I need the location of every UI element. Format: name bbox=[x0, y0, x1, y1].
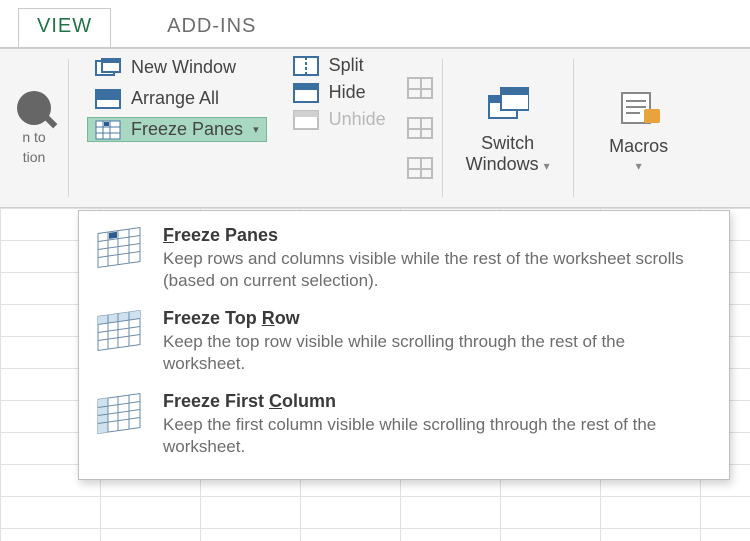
reset-window-position-icon[interactable] bbox=[407, 157, 433, 179]
switch-windows-button[interactable]: Switch Windows ▾ bbox=[443, 49, 573, 207]
window-group-middle: Split Hide Unhide bbox=[285, 49, 398, 207]
unhide-button: Unhide bbox=[293, 109, 386, 130]
arrange-all-icon bbox=[95, 89, 121, 109]
ribbon-tabstrip: VIEW ADD-INS bbox=[0, 0, 750, 48]
magnifier-icon bbox=[17, 91, 51, 125]
zoom-label-line1: n to bbox=[22, 129, 45, 145]
zoom-to-selection-button[interactable]: n to tion bbox=[0, 49, 68, 207]
menu-item-freeze-first-column[interactable]: Freeze First Column Keep the first colum… bbox=[87, 383, 721, 466]
menu-item-description: Keep the top row visible while scrolling… bbox=[163, 331, 709, 375]
freeze-panes-icon bbox=[95, 120, 121, 140]
dropdown-caret-icon: ▾ bbox=[544, 159, 550, 173]
freeze-panes-button[interactable]: Freeze Panes ▾ bbox=[87, 117, 267, 142]
window-group-right bbox=[398, 49, 442, 207]
new-window-icon bbox=[95, 58, 121, 78]
freeze-panes-label: Freeze Panes bbox=[131, 119, 243, 140]
view-side-by-side-icon[interactable] bbox=[407, 77, 433, 99]
unhide-label: Unhide bbox=[329, 109, 386, 130]
freeze-first-column-icon bbox=[93, 391, 145, 441]
hide-icon bbox=[293, 83, 319, 103]
ribbon-body: n to tion New Window Arra bbox=[0, 48, 750, 208]
menu-item-description: Keep the first column visible while scro… bbox=[163, 414, 709, 458]
window-group-left: New Window Arrange All bbox=[69, 49, 285, 207]
menu-item-description: Keep rows and columns visible while the … bbox=[163, 248, 709, 292]
hide-label: Hide bbox=[329, 82, 366, 103]
hide-button[interactable]: Hide bbox=[293, 82, 386, 103]
switch-windows-icon bbox=[487, 87, 529, 123]
arrange-all-label: Arrange All bbox=[131, 88, 219, 109]
tab-view[interactable]: VIEW bbox=[18, 8, 111, 49]
zoom-label-line2: tion bbox=[23, 149, 46, 165]
switch-windows-line2: Windows bbox=[466, 154, 539, 174]
macros-button[interactable]: Macros ▾ bbox=[574, 49, 704, 207]
new-window-label: New Window bbox=[131, 57, 236, 78]
new-window-button[interactable]: New Window bbox=[87, 55, 267, 80]
menu-item-title: Freeze First Column bbox=[163, 391, 709, 412]
menu-item-freeze-panes[interactable]: Freeze Panes Keep rows and columns visib… bbox=[87, 217, 721, 300]
arrange-all-button[interactable]: Arrange All bbox=[87, 86, 267, 111]
dropdown-caret-icon: ▾ bbox=[636, 159, 642, 173]
tab-addins[interactable]: ADD-INS bbox=[149, 9, 274, 48]
freeze-panes-option-icon bbox=[93, 225, 145, 275]
freeze-top-row-icon bbox=[93, 308, 145, 358]
macros-label: Macros bbox=[609, 136, 668, 157]
synchronous-scrolling-icon[interactable] bbox=[407, 117, 433, 139]
menu-item-title: Freeze Panes bbox=[163, 225, 709, 246]
unhide-icon bbox=[293, 110, 319, 130]
menu-item-freeze-top-row[interactable]: Freeze Top Row Keep the top row visible … bbox=[87, 300, 721, 383]
freeze-panes-dropdown: Freeze Panes Keep rows and columns visib… bbox=[78, 210, 730, 480]
split-label: Split bbox=[329, 55, 364, 76]
menu-item-title: Freeze Top Row bbox=[163, 308, 709, 329]
dropdown-caret-icon: ▾ bbox=[253, 123, 259, 136]
split-icon bbox=[293, 56, 319, 76]
split-button[interactable]: Split bbox=[293, 55, 386, 76]
switch-windows-line1: Switch bbox=[481, 133, 534, 154]
macros-icon bbox=[618, 90, 660, 126]
